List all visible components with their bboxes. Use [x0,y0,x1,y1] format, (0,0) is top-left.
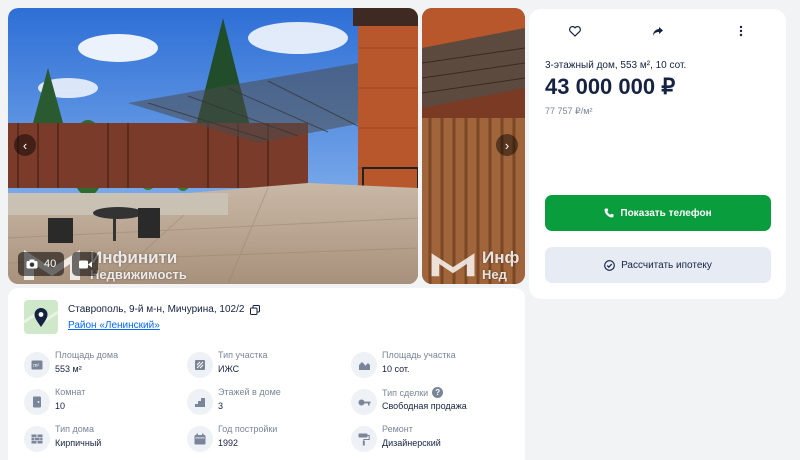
offer-card: 3-этажный дом, 553 м², 10 сот. 43 000 00… [529,9,786,299]
address: Ставрополь, 9-й м-н, Мичурина, 102/2 [68,304,261,315]
chevron-left-icon: ‹ [22,137,28,153]
main-photo[interactable] [8,8,418,284]
patio-photo [8,8,418,284]
show-phone-label: Показать телефон [620,207,712,219]
param-label: Комнат [55,387,86,397]
key-icon [351,389,377,415]
favorite-button[interactable] [565,21,585,41]
param-value: 3 [218,401,224,411]
listing-page: Инфинити Недвижимость Инф Нед ‹ › 40 3-э… [0,0,800,460]
heart-icon [569,25,581,37]
price: 43 000 000 ₽ [545,74,676,99]
camera-icon [26,259,38,269]
watermark-logo-side: Инф Нед [430,244,525,284]
param-floors: Этажей в доме 3 [187,387,347,417]
param-land-type: Тип участка ИЖС [187,350,347,380]
video-camera-icon [78,260,92,268]
land-type-icon [187,352,213,378]
param-house-type: Тип дома Кирпичный [24,424,184,454]
price-per-m2: 77 757 ₽/м² [545,106,593,116]
param-house-area: m² Площадь дома 553 м² [24,350,184,380]
more-menu-button[interactable] [731,21,751,41]
param-value: Дизайнерский [382,438,441,448]
more-vertical-icon [739,25,743,37]
share-arrow-icon [653,26,663,36]
check-circle-icon [604,259,615,271]
door-icon [24,389,50,415]
param-label: Ремонт [382,424,413,434]
param-build-year: Год постройки 1992 [187,424,347,454]
photo-count-badge[interactable]: 40 [18,252,65,276]
param-value: ИЖС [218,364,240,374]
param-rooms: Комнат 10 [24,387,184,417]
param-deal-type: Тип сделки ? Свободная продажа [351,387,511,417]
param-label: Тип сделки ? [382,387,444,398]
share-button[interactable] [648,21,668,41]
watermark-side-line2: Нед [482,267,507,282]
mortgage-button[interactable]: Рассчитать ипотеку [545,247,771,283]
photo-gallery[interactable]: Инфинити Недвижимость Инф Нед ‹ › 40 [8,8,525,284]
listing-info: Ставрополь, 9-й м-н, Мичурина, 102/2 Рай… [8,288,525,460]
offer-title: 3-этажный дом, 553 м², 10 сот. [545,60,687,71]
param-value: 10 [55,401,66,411]
param-renovation: Ремонт Дизайнерский [351,424,511,454]
show-phone-button[interactable]: Показать телефон [545,195,771,231]
plot-area-icon [351,352,377,378]
gallery-next-button[interactable]: › [496,134,518,156]
param-label: Тип участка [218,350,268,360]
map-pin-icon [24,300,58,334]
watermark-side-line1: Инф [482,248,520,267]
phone-icon [604,208,614,218]
paint-roller-icon [351,426,377,452]
param-value: Свободная продажа [382,401,467,411]
area-icon: m² [24,352,50,378]
map-thumbnail[interactable] [24,300,58,334]
mortgage-label: Рассчитать ипотеку [621,259,712,271]
param-value: Кирпичный [55,438,102,448]
photo-count: 40 [44,258,57,270]
stairs-icon [187,389,213,415]
param-value: 10 сот. [382,364,410,374]
address-text: Ставрополь, 9-й м-н, Мичурина, 102/2 [68,304,245,315]
video-button[interactable] [72,252,98,276]
param-label-text: Тип сделки [382,387,429,398]
watermark-line1: Инфинити [90,248,178,267]
watermark-line2: Недвижимость [90,267,187,282]
param-label: Площадь участка [382,350,456,360]
param-label: Площадь дома [55,350,119,360]
param-value: 1992 [218,438,239,448]
chevron-right-icon: › [504,137,510,153]
param-value: 553 м² [55,364,82,374]
svg-text:m²: m² [33,363,39,369]
watermark-mark-icon [431,253,475,277]
brick-icon [24,426,50,452]
district-link[interactable]: Район «Ленинский» [68,320,160,331]
param-label: Этажей в доме [218,387,281,397]
param-label: Год постройки [218,424,278,434]
copy-icon[interactable] [250,304,261,315]
gallery-prev-button[interactable]: ‹ [14,134,36,156]
param-label: Тип дома [55,424,94,434]
calendar-icon [187,426,213,452]
help-icon[interactable]: ? [432,387,444,398]
param-plot-area: Площадь участка 10 сот. [351,350,511,380]
